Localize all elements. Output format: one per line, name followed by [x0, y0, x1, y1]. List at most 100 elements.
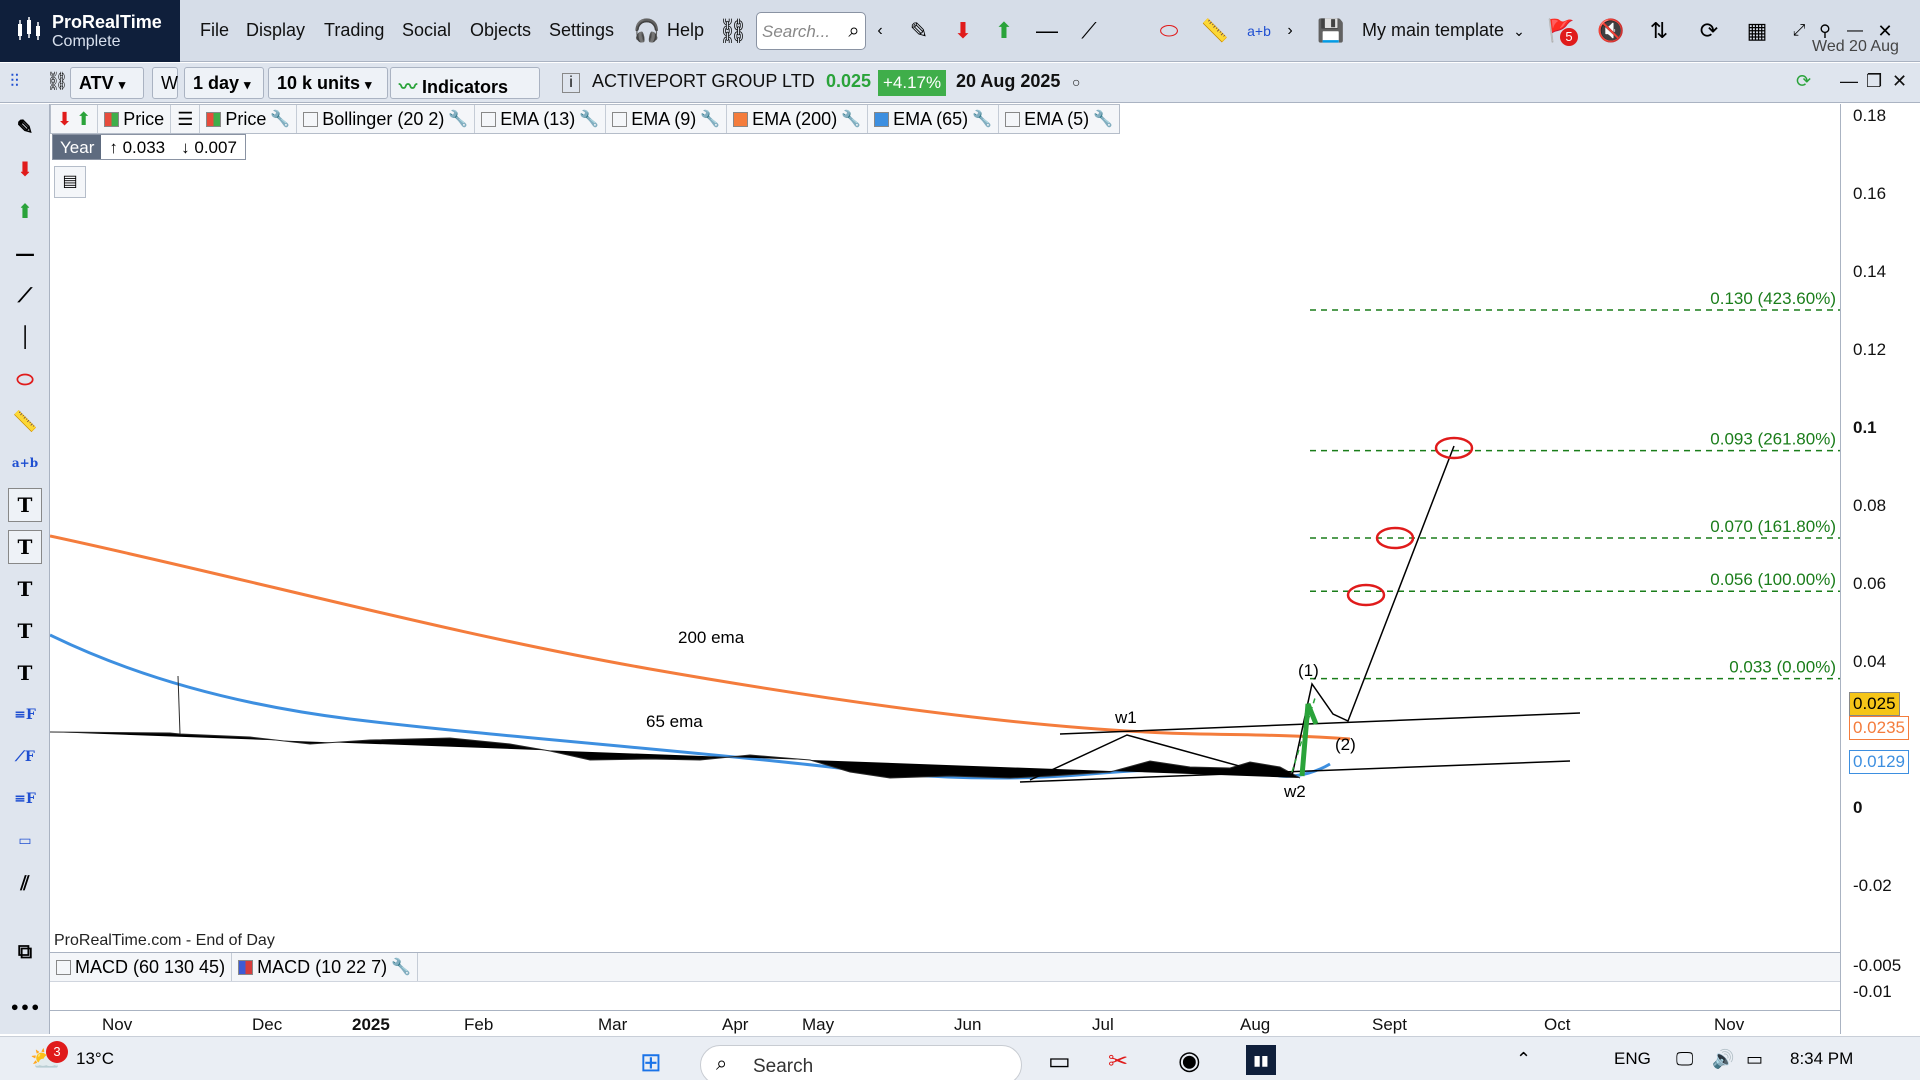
wrench-icon[interactable]: 🔧 [391, 957, 411, 977]
refresh-icon[interactable]: ⟳ [1690, 12, 1728, 50]
ellipse-tool-icon[interactable]: ⬭ [1150, 12, 1188, 50]
taskbar-search-icon: ⌕ [716, 1053, 728, 1075]
link-icon[interactable]: ⛓ [714, 12, 752, 50]
wrench-icon[interactable]: 🔧 [270, 109, 290, 129]
ellipse-tool-icon[interactable]: ⬭ [8, 362, 42, 396]
legend-item-ema5[interactable]: EMA (5) 🔧 [999, 105, 1119, 133]
snipping-tool-icon[interactable]: ✂ [1108, 1047, 1128, 1076]
time-label: Dec [252, 1015, 283, 1034]
trade-arrows-icon[interactable]: ⇅ [1640, 12, 1678, 50]
text-frame-tool-icon[interactable]: T [8, 530, 42, 564]
indicators-button[interactable]: 〰 Indicators [390, 67, 540, 99]
layers-icon[interactable]: ⧉ [8, 934, 42, 968]
text-bold-tool-icon[interactable]: T [8, 614, 42, 648]
task-view-icon[interactable]: ▭ [1048, 1047, 1071, 1076]
pencil-tool-icon[interactable]: ✎ [8, 110, 42, 144]
fib-extension-tool-icon[interactable]: ⟋F [8, 740, 42, 774]
text-tool-icon[interactable]: T [8, 572, 42, 606]
volume-icon[interactable]: 🔊 [1712, 1049, 1734, 1070]
vertical-line-tool-icon[interactable]: │ [8, 320, 42, 354]
legend-item-list[interactable]: ☰ [171, 105, 201, 133]
more-tools-icon[interactable]: ••• [8, 990, 42, 1024]
sound-mute-icon[interactable]: 🔇 [1592, 12, 1630, 50]
wrench-icon[interactable]: 🔧 [972, 109, 992, 129]
taskbar-search[interactable]: Search [700, 1045, 1022, 1080]
legend-item-ema9[interactable]: EMA (9) 🔧 [606, 105, 728, 133]
trendline-icon[interactable]: ⟋ [1070, 12, 1108, 50]
price-chart[interactable]: 0.130 (423.60%) 0.093 (261.80%) 0.070 (161… [50, 104, 1840, 1010]
template-dropdown-icon[interactable]: ⌄ [1500, 12, 1538, 50]
pane-restore-icon[interactable]: ❐ [1866, 71, 1882, 92]
save-template-icon[interactable]: 💾 [1312, 12, 1350, 50]
headset-icon[interactable]: 🎧 [628, 12, 666, 50]
buy-arrow-icon[interactable]: ⬆ [985, 12, 1023, 50]
legend-item-ema200[interactable]: EMA (200) 🔧 [727, 105, 869, 133]
arrow-down-icon[interactable]: ⬇ [57, 109, 72, 130]
clock-time[interactable]: 8:34 PM [1790, 1049, 1853, 1069]
wrench-icon[interactable]: 🔧 [700, 109, 720, 129]
legend-item-bollinger[interactable]: Bollinger (20 2) 🔧 [297, 105, 476, 133]
chart-type-icon[interactable]: ⫶⫶ [10, 71, 19, 92]
ruler-tool-icon[interactable]: 📏 [8, 404, 42, 438]
menu-help[interactable]: Help [667, 20, 704, 41]
scroll-left-icon[interactable]: ‹ [870, 12, 890, 50]
fib-retracement-tool-icon[interactable]: ≡F [8, 698, 42, 732]
legend-nav[interactable]: ⬇ ⬆ [51, 105, 99, 133]
pane-close-icon[interactable]: ✕ [1892, 71, 1907, 92]
chrome-icon[interactable]: ◉ [1178, 1045, 1201, 1076]
template-selector[interactable]: My main template [1362, 20, 1504, 41]
ruler-icon[interactable]: 📏 [1196, 12, 1234, 50]
wrench-icon[interactable]: 🔧 [1093, 109, 1113, 129]
menu-display[interactable]: Display [246, 20, 305, 41]
calculator-icon[interactable]: ▦ [1738, 12, 1776, 50]
abc-tool-icon[interactable]: a+b [8, 446, 42, 480]
legend-item-ema13[interactable]: EMA (13) 🔧 [475, 105, 607, 133]
menu-settings[interactable]: Settings [549, 20, 614, 41]
chart-settings-icon[interactable]: ▤ [54, 166, 86, 198]
arrow-up-icon[interactable]: ⬆ [76, 109, 91, 130]
menu-file[interactable]: File [200, 20, 229, 41]
language-indicator[interactable]: ENG [1614, 1049, 1651, 1069]
text-box-tool-icon[interactable]: T [8, 488, 42, 522]
menu-social[interactable]: Social [402, 20, 451, 41]
channel-tool-icon[interactable]: ⫽ [8, 866, 42, 900]
tray-chevron-icon[interactable]: ⌃ [1516, 1049, 1531, 1070]
units-selector[interactable]: 10 k units ▾ [268, 67, 388, 99]
info-icon[interactable]: i [562, 73, 580, 93]
magnifier-icon[interactable]: ⌕ [835, 12, 873, 50]
sync-icon[interactable]: ⟳ [1796, 71, 1811, 92]
rectangle-tool-icon[interactable]: ▭ [8, 824, 42, 858]
pane-minimize-icon[interactable]: — [1840, 71, 1858, 92]
period-button[interactable]: W [152, 67, 178, 99]
pencil-icon[interactable]: ✎ [900, 12, 938, 50]
legend-item-ema65[interactable]: EMA (65) 🔧 [868, 105, 1000, 133]
symbol-selector[interactable]: ATV ▾ [70, 67, 144, 99]
battery-icon[interactable]: ▭ [1746, 1049, 1763, 1070]
legend-item-price-1[interactable]: Price [98, 105, 172, 133]
text-label-tool-icon[interactable]: T [8, 656, 42, 690]
fib-projection-tool-icon[interactable]: ≡F [8, 782, 42, 816]
menu-trading[interactable]: Trading [324, 20, 384, 41]
fib-level-label: 0.056 (100.00%) [1710, 570, 1836, 589]
wrench-icon[interactable]: 🔧 [579, 109, 599, 129]
interval-selector[interactable]: 1 day ▾ [184, 67, 264, 99]
menu-objects[interactable]: Objects [470, 20, 531, 41]
buy-arrow-tool-icon[interactable]: ⬆ [8, 194, 42, 228]
network-icon[interactable]: 🖵 [1676, 1049, 1693, 1070]
weather-temp[interactable]: 13°C [76, 1049, 114, 1069]
wrench-icon[interactable]: 🔧 [448, 109, 468, 129]
horizontal-line-tool-icon[interactable]: — [8, 236, 42, 270]
sell-arrow-tool-icon[interactable]: ⬇ [8, 152, 42, 186]
scroll-right-icon[interactable]: › [1280, 12, 1300, 50]
horizontal-line-icon[interactable]: — [1028, 12, 1066, 50]
link-chart-icon[interactable]: ⛓ [46, 71, 69, 92]
windows-start-icon[interactable]: ⊞ [640, 1047, 662, 1078]
legend-item-price-2[interactable]: Price 🔧 [200, 105, 298, 133]
legend-item-macd-60[interactable]: MACD (60 130 45) [50, 953, 233, 981]
sell-arrow-icon[interactable]: ⬇ [944, 12, 982, 50]
wrench-icon[interactable]: 🔧 [841, 109, 861, 129]
legend-item-macd-10[interactable]: MACD (10 22 7) 🔧 [232, 953, 419, 981]
segment-tool-icon[interactable]: ⟋ [8, 278, 42, 312]
prorealtime-taskbar-icon[interactable]: ▮▮ [1246, 1045, 1276, 1075]
abc-labels-icon[interactable]: a+b [1240, 12, 1278, 50]
